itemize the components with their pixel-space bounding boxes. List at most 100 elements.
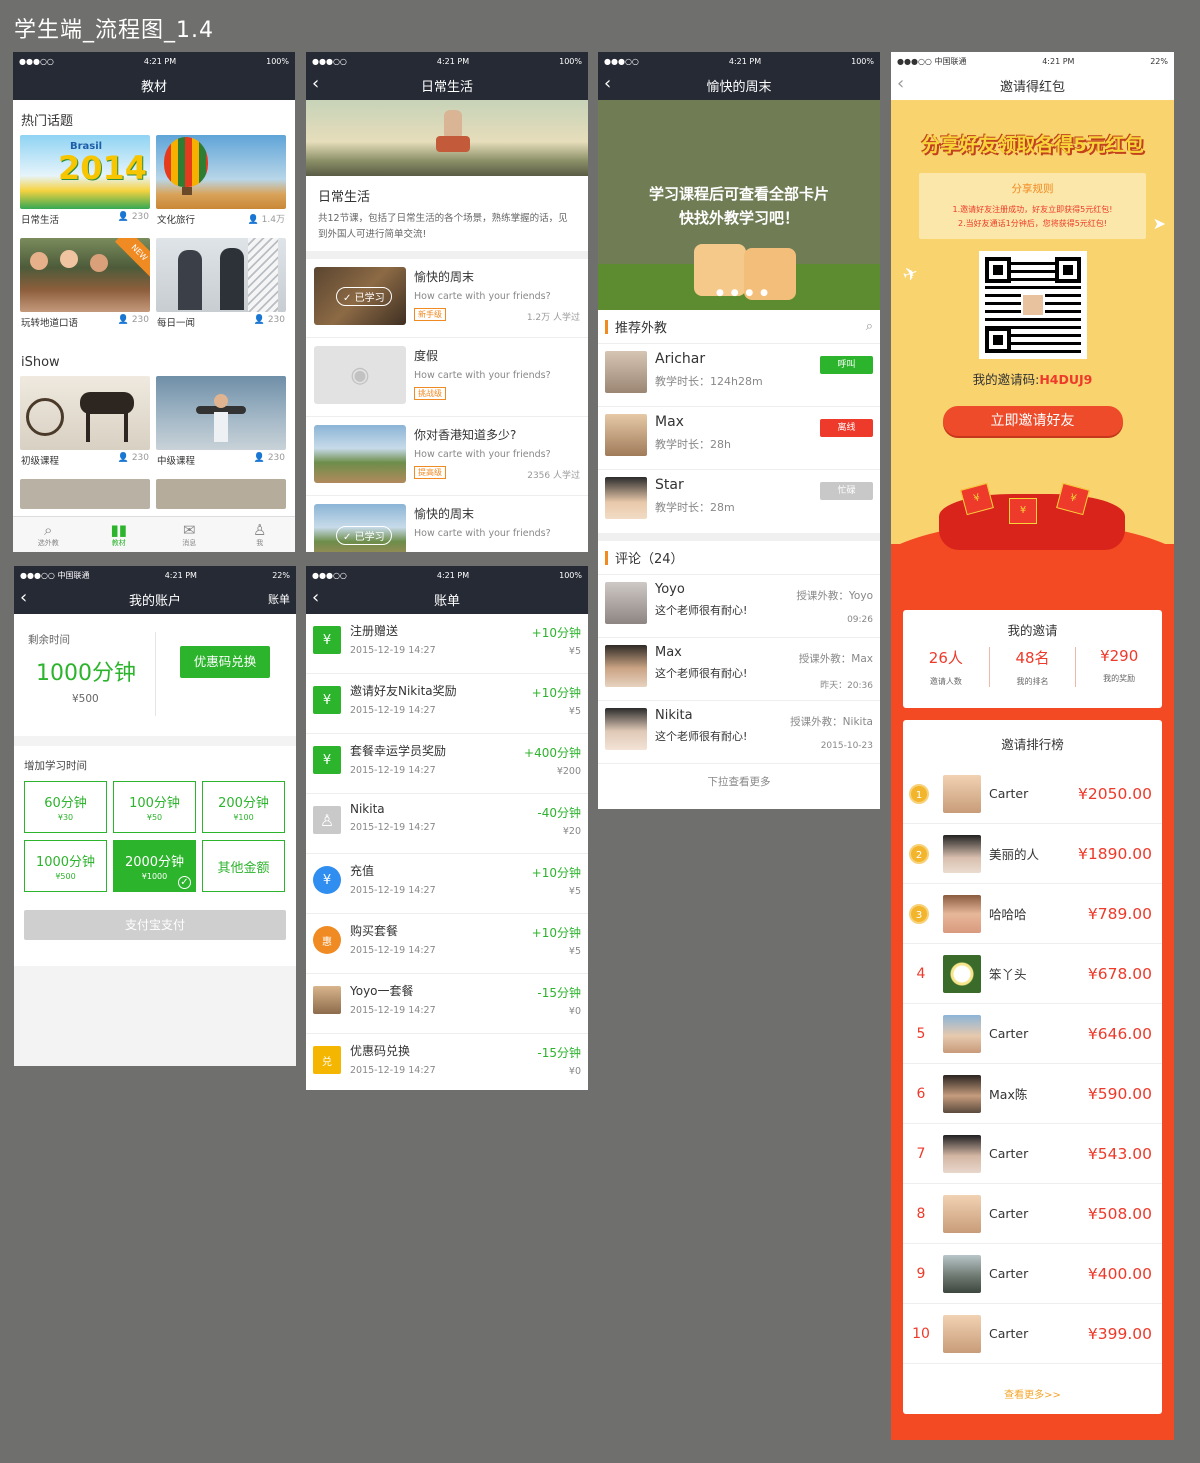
remain-value: 1000分钟 <box>36 661 136 686</box>
bill-row[interactable]: ¥ 邀请好友Nikita奖励 2015-12-19 14:27 +10分钟 ¥5 <box>306 674 588 734</box>
back-icon[interactable]: ‹ <box>312 73 319 94</box>
avatar <box>605 708 647 750</box>
bill-row[interactable]: ¥ 注册赠送 2015-12-19 14:27 +10分钟 ¥5 <box>306 614 588 674</box>
banner[interactable]: 学习课程后可查看全部卡片 快找外教学习吧！ ● ● ● ● <box>598 100 880 310</box>
topic-card[interactable]: 文化旅行 👤 1.4万 <box>156 135 286 232</box>
package-200[interactable]: 200分钟 ¥100 <box>202 781 285 833</box>
leaderboard-title: 邀请排行榜 <box>1001 737 1064 752</box>
rank-row: 1 Carter ¥2050.00 <box>903 764 1162 824</box>
bill-row[interactable]: ¥ 充值 2015-12-19 14:27 +10分钟 ¥5 <box>306 854 588 914</box>
lesson-title: 愉快的周末 <box>414 270 475 284</box>
view-more-link[interactable]: 查看更多>> <box>903 1386 1162 1401</box>
tab-me[interactable]: ♙ 我 <box>225 517 296 552</box>
nav-title: 教材 <box>140 79 167 95</box>
avatar <box>943 774 981 813</box>
package-other[interactable]: 其他金额 <box>202 840 285 892</box>
avatar <box>605 582 647 624</box>
add-time-label: 增加学习时间 <box>24 760 87 772</box>
avatar <box>943 1194 981 1233</box>
section-comments: 评论（24） <box>615 552 684 567</box>
topic-name: 文化旅行 <box>157 215 196 226</box>
course-thumbnail <box>20 376 150 450</box>
search-icon[interactable]: ⌕ <box>866 319 873 334</box>
bill-row[interactable]: 惠购买套餐 2015-12-19 14:27 +10分钟 ¥5 <box>306 914 588 974</box>
stat-reward: ¥290 <box>1100 647 1139 665</box>
rank-row: 3 哈哈哈 ¥789.00 <box>903 884 1162 944</box>
tab-textbook[interactable]: ▮▮ 教材 <box>84 517 155 552</box>
user-icon: 👤 <box>117 453 129 463</box>
package-1000[interactable]: 1000分钟 ¥500 <box>24 840 107 892</box>
avatar <box>943 954 981 993</box>
check-icon: ✓ <box>343 532 352 543</box>
topic-card[interactable]: NEW 玩转地道口语 👤 230 <box>20 238 150 335</box>
paper-plane-icon: ➤ <box>1152 214 1166 233</box>
tab-messages[interactable]: ✉ 消息 <box>154 517 225 552</box>
nav-title: 邀请得红包 <box>999 79 1065 95</box>
screen-invite: ●●●○○ 中国联通 4:21 PM 22% ‹ 邀请得红包 分享好友领取各得5元红包… <box>891 52 1174 1440</box>
teacher-item[interactable]: Arichar 教学时长：124h28m 呼叫 <box>598 344 880 407</box>
hero-image <box>306 100 588 176</box>
teacher-item[interactable]: Max 教学时长：28h 离线 <box>598 407 880 470</box>
back-icon[interactable]: ‹ <box>20 587 27 608</box>
bill-row[interactable]: ♙ Nikita 2015-12-19 14:27 -40分钟 ¥20 <box>306 794 588 854</box>
lesson-set-desc: 共12节课，包括了日常生活的各个场景，熟练掌握的话，见到外国人可进行简单交流! <box>318 213 568 240</box>
topic-card[interactable]: 每日一闻 👤 230 <box>156 238 286 335</box>
back-icon[interactable]: ‹ <box>312 587 319 608</box>
alipay-button[interactable]: 支付宝支付 <box>24 910 286 940</box>
money-bag-icon: ¥ <box>313 626 341 654</box>
topic-thumbnail: NEW <box>20 238 150 312</box>
leaderboard: 邀请排行榜 1 Carter ¥2050.00 2 美丽的人 ¥1890.00 3 哈哈哈… <box>903 720 1162 1414</box>
carousel-dots[interactable]: ● ● ● ● <box>716 288 770 298</box>
bill-row[interactable]: Yoyo一套餐 2015-12-19 14:27 -15分钟 ¥0 <box>306 974 588 1034</box>
medal-icon: 3 <box>909 903 929 924</box>
back-icon[interactable]: ‹ <box>604 73 611 94</box>
lesson-item[interactable]: ◉ 度假 How carte with your friends? 挑战级 <box>306 338 588 417</box>
rules-title: 分享规则 <box>1011 183 1054 195</box>
user-icon: 👤 <box>253 453 265 463</box>
bill-link[interactable]: 账单 <box>268 591 290 607</box>
lesson-item[interactable]: ✓ 已学习 愉快的周末 How carte with your friends? <box>306 496 588 552</box>
screen-daily-life: ●●●○○ 4:21 PM 100% ‹ 日常生活 日常生活 共12节课，包括了日常生… <box>306 52 588 552</box>
user-icon: 👤 <box>247 215 259 225</box>
status-bar: ●●●○○ 4:21 PM 100% <box>598 52 880 70</box>
course-name: 中级课程 <box>157 456 196 467</box>
package-2000-selected[interactable]: 2000分钟 ¥1000 ✓ <box>113 840 196 892</box>
comment-item: Nikita 这个老师很有耐心! 授课外教：Nikita 2015-10-23 <box>598 701 880 764</box>
invite-now-button[interactable]: 立即邀请好友 <box>942 406 1123 436</box>
back-icon[interactable]: ‹ <box>897 73 904 94</box>
medal-icon: 2 <box>909 843 929 864</box>
tab-find-teacher[interactable]: ⌕ 选外教 <box>13 517 84 552</box>
topic-card[interactable]: Brasil 2014 日常生活 👤 230 <box>20 135 150 232</box>
lesson-item[interactable]: ✓ 已学习 愉快的周末 How carte with your friends? 新… <box>306 259 588 338</box>
avatar <box>943 1134 981 1173</box>
lesson-title: 度假 <box>414 349 439 363</box>
course-card[interactable]: 中级课程 👤 230 <box>156 376 286 473</box>
course-card[interactable]: 初级课程 👤 230 <box>20 376 150 473</box>
lesson-item[interactable]: 你对香港知道多少? How carte with your friends? 提高级… <box>306 417 588 496</box>
call-button[interactable]: 呼叫 <box>820 356 873 374</box>
package-60[interactable]: 60分钟 ¥30 <box>24 781 107 833</box>
nav-title: 日常生活 <box>420 79 473 95</box>
comment-item: Yoyo 这个老师很有耐心! 授课外教：Yoyo 09:26 <box>598 575 880 638</box>
teacher-item[interactable]: Star 教学时长：28m 忙碌 <box>598 470 880 541</box>
package-100[interactable]: 100分钟 ¥50 <box>113 781 196 833</box>
coupon-exchange-button[interactable]: 优惠码兑换 <box>180 646 270 678</box>
banner-line-1: 学习课程后可查看全部卡片 <box>648 185 829 203</box>
nav-bar: ‹ 日常生活 <box>306 70 588 100</box>
user-icon: 👤 <box>117 315 129 325</box>
offline-status: 离线 <box>820 419 873 437</box>
topic-name: 日常生活 <box>21 215 60 226</box>
load-more[interactable]: 下拉查看更多 <box>598 764 880 789</box>
check-icon: ✓ <box>343 293 352 304</box>
search-icon: ⌕ <box>44 520 53 539</box>
section-recommended: 推荐外教 <box>615 321 668 336</box>
teacher-name: Max <box>655 414 684 430</box>
topic-name: 玩转地道口语 <box>21 318 79 329</box>
bill-row[interactable]: 兑优惠码兑换 2015-12-19 14:27 -15分钟 ¥0 <box>306 1034 588 1090</box>
invite-code: 我的邀请码:H4DUJ9 <box>972 372 1093 387</box>
my-invite-title: 我的邀请 <box>1007 623 1058 638</box>
bill-row[interactable]: ¥ 套餐幸运学员奖励 2015-12-19 14:27 +400分钟 ¥200 <box>306 734 588 794</box>
level-badge: 提高级 <box>414 466 446 479</box>
learned-badge: ✓ 已学习 <box>336 526 392 545</box>
invite-banner: 分享好友领取各得5元红包 <box>921 134 1144 156</box>
